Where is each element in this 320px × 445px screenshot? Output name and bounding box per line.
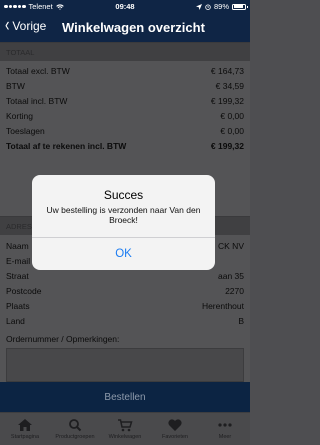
address-row-label: Plaats (6, 300, 30, 311)
tab-bar: Startpagina Productgroepen Winkelwagen F… (0, 412, 250, 445)
navigation-bar: ‹ Vorige Winkelwagen overzicht (0, 12, 250, 42)
totals-row: Totaal excl. BTW € 164,73 (6, 63, 244, 78)
search-icon (69, 419, 82, 432)
page-title: Winkelwagen overzicht (62, 20, 205, 35)
address-row-label: Straat (6, 270, 29, 281)
more-icon (218, 423, 232, 427)
status-bar: Telenet 09:48 89% (0, 0, 250, 12)
address-row-value: CK NV (218, 240, 244, 251)
address-row: Plaats Herenthout (6, 298, 244, 313)
chevron-left-icon: ‹ (4, 15, 10, 36)
order-button[interactable]: Bestellen (0, 382, 250, 412)
back-button[interactable]: ‹ Vorige (4, 15, 47, 36)
totals-row-label: Toeslagen (6, 125, 45, 136)
alert-message: Uw bestelling is verzonden naar Van den … (46, 205, 201, 225)
totals-row: Totaal af te rekenen incl. BTW € 199,32 (6, 138, 244, 153)
address-row-label: Naam (6, 240, 29, 251)
tab-label: Productgroepen (55, 434, 95, 440)
totals-row: Korting € 0,00 (6, 108, 244, 123)
totals-row: BTW € 34,59 (6, 78, 244, 93)
address-row: Straat aan 35 (6, 268, 244, 283)
tab-label: Meer (218, 434, 232, 440)
alarm-icon (205, 4, 211, 10)
orders-label: Ordernummer / Opmerkingen: (6, 333, 120, 344)
totals-list: Totaal excl. BTW € 164,73 BTW € 34,59 Totaal… (0, 61, 250, 153)
totals-row-value: € 199,32 (210, 95, 244, 106)
address-row-label: Land (6, 315, 25, 326)
totals-row: Toeslagen € 0,00 (6, 123, 244, 138)
totals-header: TOTAAL (0, 42, 250, 61)
totals-row: Totaal incl. BTW € 199,32 (6, 93, 244, 108)
tab-label: Startpagina (10, 434, 40, 440)
totals-row-label: Totaal incl. BTW (6, 95, 68, 106)
tab-label: Favorieten (162, 434, 188, 440)
tab-label: Winkelwagen (108, 434, 142, 440)
address-row-value: aan 35 (218, 270, 244, 281)
orders-textarea[interactable] (6, 348, 244, 382)
tab-startpagina[interactable]: Startpagina (0, 413, 50, 445)
address-row-value: Herenthout (201, 300, 244, 311)
address-row-label: Postcode (6, 285, 42, 296)
cart-icon (118, 419, 133, 432)
address-row: Postcode 2270 (6, 283, 244, 298)
success-alert: Succes Uw bestelling is verzonden naar V… (32, 175, 215, 270)
tab-favorieten[interactable]: Favorieten (150, 413, 200, 445)
totals-row-value: € 34,59 (215, 80, 244, 91)
address-row: Land B (6, 313, 244, 328)
alert-title: Succes (103, 188, 144, 202)
totals-row-label: Totaal excl. BTW (6, 65, 70, 76)
address-row-value: 2270 (225, 285, 244, 296)
totals-row-value: € 0,00 (220, 110, 244, 121)
battery-percent: 89% (213, 2, 229, 11)
location-icon (195, 3, 202, 10)
alert-ok-button[interactable]: OK (32, 237, 215, 270)
address-row-label: E-mail (6, 255, 31, 266)
totals-row-label: Totaal af te rekenen incl. BTW (6, 140, 127, 151)
orders-label-row: Ordernummer / Opmerkingen: (6, 331, 244, 346)
heart-icon (168, 419, 182, 431)
address-row-value: B (238, 315, 244, 326)
tab-winkelwagen[interactable]: Winkelwagen (100, 413, 150, 445)
tab-productgroepen[interactable]: Productgroepen (50, 413, 100, 445)
totals-row-value: € 164,73 (210, 65, 244, 76)
totals-row-value: € 199,32 (210, 140, 244, 151)
tab-meer[interactable]: Meer (200, 413, 250, 445)
back-label: Vorige (12, 19, 47, 33)
totals-row-label: Korting (6, 110, 33, 121)
totals-row-value: € 0,00 (220, 125, 244, 136)
totals-row-label: BTW (6, 80, 25, 91)
battery-icon (232, 3, 248, 10)
home-icon (18, 419, 32, 431)
